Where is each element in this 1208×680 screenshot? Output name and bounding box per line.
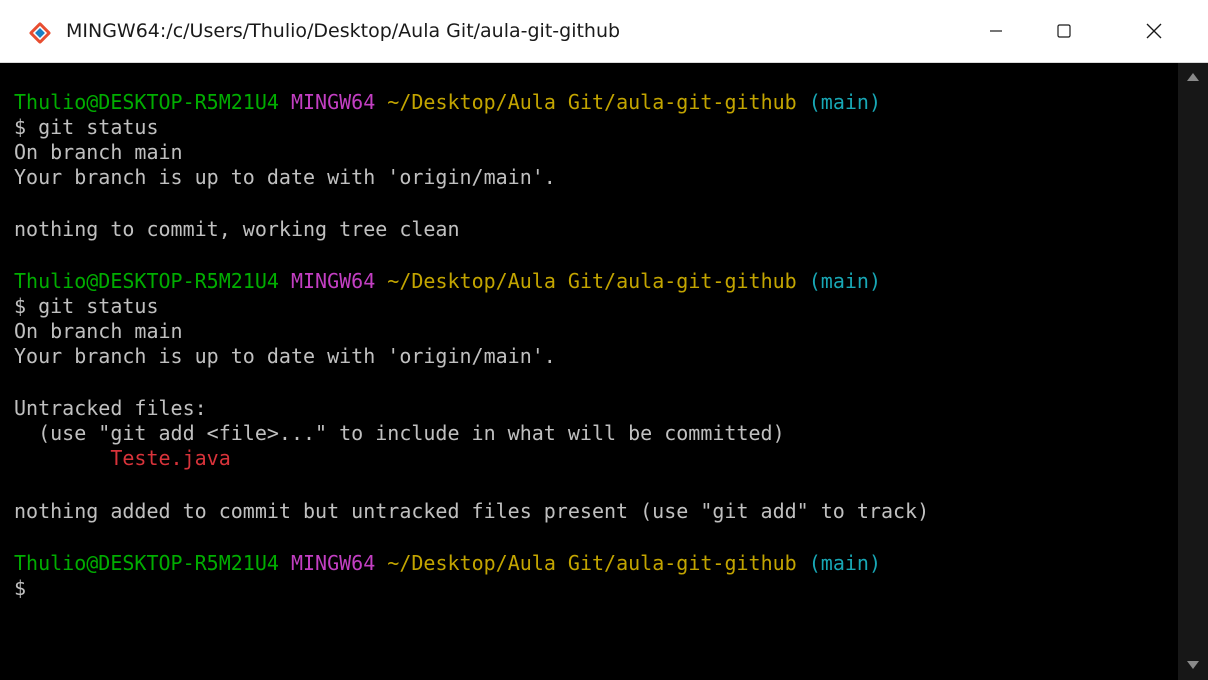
terminal-output[interactable]: Thulio@DESKTOP-R5M21U4 MINGW64 ~/Desktop… xyxy=(0,63,1178,680)
output-line: Your branch is up to date with 'origin/m… xyxy=(14,344,556,368)
command-line: $ xyxy=(14,576,27,600)
prompt-path: ~/Desktop/Aula Git/aula-git-github xyxy=(387,90,797,114)
prompt-user: Thulio@DESKTOP-R5M21U4 xyxy=(14,269,279,293)
scroll-down-icon[interactable] xyxy=(1187,661,1199,669)
output-line: Untracked files: xyxy=(14,396,207,420)
prompt-line: Thulio@DESKTOP-R5M21U4 MINGW64 ~/Desktop… xyxy=(14,551,881,575)
title-bar[interactable]: MINGW64:/c/Users/Thulio/Desktop/Aula Git… xyxy=(0,0,1208,63)
window-title: MINGW64:/c/Users/Thulio/Desktop/Aula Git… xyxy=(66,20,621,42)
git-bash-icon xyxy=(29,22,51,44)
scroll-up-icon[interactable] xyxy=(1187,73,1199,81)
prompt-path: ~/Desktop/Aula Git/aula-git-github xyxy=(387,551,797,575)
prompt-path: ~/Desktop/Aula Git/aula-git-github xyxy=(387,269,797,293)
prompt-branch: (main) xyxy=(808,269,881,293)
prompt-branch: (main) xyxy=(808,551,881,575)
output-line: On branch main xyxy=(14,319,183,343)
prompt-host: MINGW64 xyxy=(290,90,376,114)
output-line: nothing to commit, working tree clean xyxy=(14,217,460,241)
minimize-button[interactable] xyxy=(966,0,1026,62)
command-line: $ git status xyxy=(14,294,159,318)
prompt-line: Thulio@DESKTOP-R5M21U4 MINGW64 ~/Desktop… xyxy=(14,90,881,114)
prompt-host: MINGW64 xyxy=(290,551,376,575)
prompt-branch: (main) xyxy=(808,90,881,114)
prompt-user: Thulio@DESKTOP-R5M21U4 xyxy=(14,551,279,575)
vertical-scrollbar[interactable] xyxy=(1178,63,1208,680)
output-line: Your branch is up to date with 'origin/m… xyxy=(14,165,556,189)
prompt-line: Thulio@DESKTOP-R5M21U4 MINGW64 ~/Desktop… xyxy=(14,269,881,293)
output-line: nothing added to commit but untracked fi… xyxy=(14,499,930,523)
prompt-user: Thulio@DESKTOP-R5M21U4 xyxy=(14,90,279,114)
prompt-host: MINGW64 xyxy=(290,269,376,293)
command-line: $ git status xyxy=(14,115,159,139)
output-line: (use "git add <file>..." to include in w… xyxy=(14,421,785,445)
close-button[interactable] xyxy=(1124,0,1184,62)
terminal-window: MINGW64:/c/Users/Thulio/Desktop/Aula Git… xyxy=(0,0,1208,680)
maximize-icon xyxy=(1057,24,1071,38)
untracked-file: Teste.java xyxy=(14,446,231,470)
close-icon xyxy=(1146,23,1162,39)
minimize-icon xyxy=(990,30,1002,32)
output-line: On branch main xyxy=(14,140,183,164)
maximize-button[interactable] xyxy=(1034,0,1094,62)
